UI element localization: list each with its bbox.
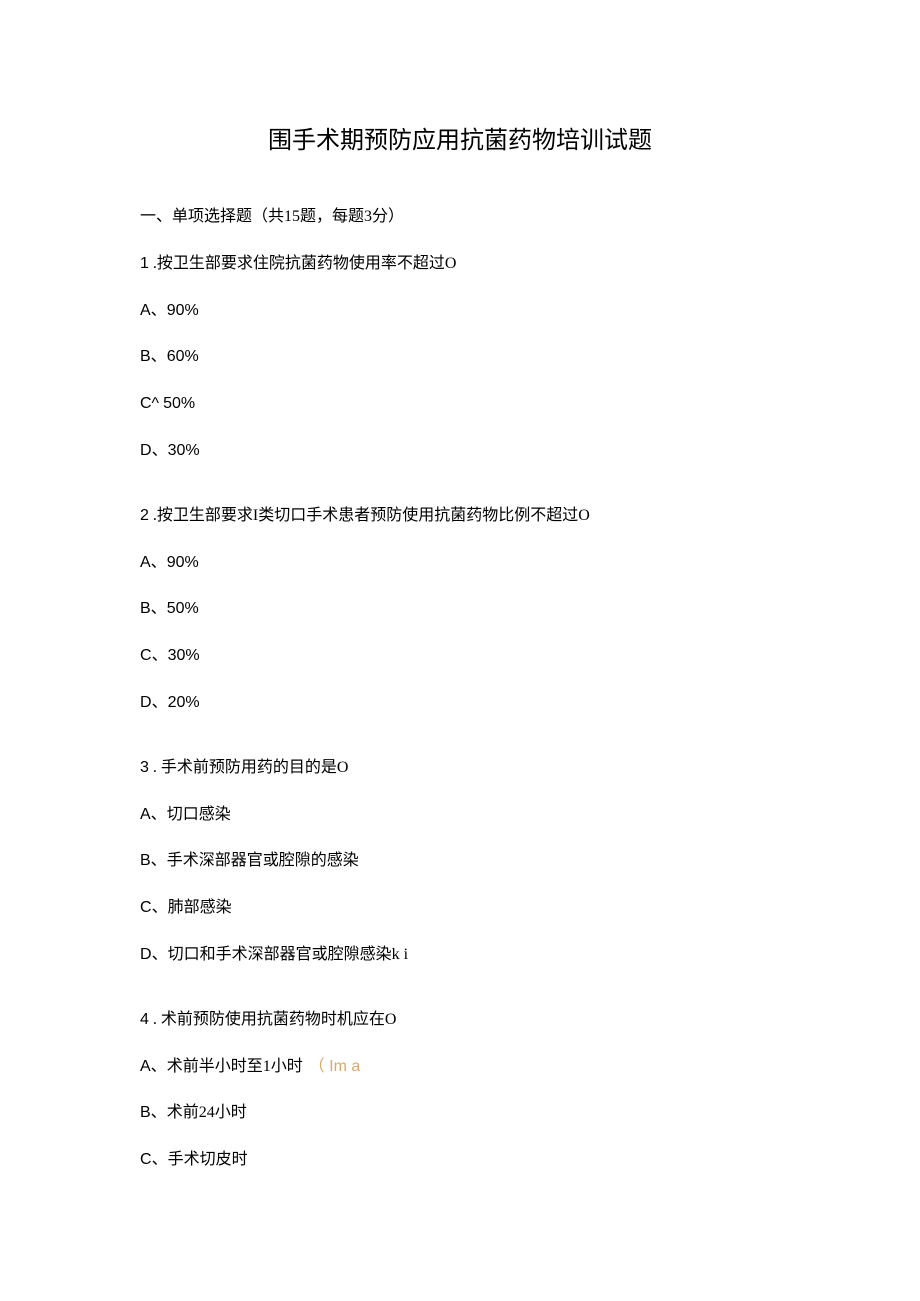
option-item: B、手术深部器官或腔隙的感染 xyxy=(140,847,780,876)
option-label: A xyxy=(140,302,151,319)
option-label: B xyxy=(140,348,151,365)
question-text: 3 . 手术前预防用药的目的是O xyxy=(140,754,780,783)
question-text: 4 . 术前预防使用抗菌药物时机应在O xyxy=(140,1006,780,1035)
option-text: 肺部感染 xyxy=(168,899,232,916)
option-label: D xyxy=(140,946,152,963)
question-body: 手术前预防用药的目的是O xyxy=(161,759,349,776)
option-label: A xyxy=(140,1058,151,1075)
option-text: 30% xyxy=(168,442,200,459)
option-text: 60% xyxy=(167,348,199,365)
option-text: 手术切皮时 xyxy=(168,1151,248,1168)
option-label: B xyxy=(140,600,151,617)
question-block: 1 .按卫生部要求住院抗菌药物使用率不超过O A、90% B、60% C^ 50… xyxy=(140,250,780,466)
option-text: 手术深部器官或腔隙的感染 xyxy=(167,852,359,869)
option-sep: 、 xyxy=(152,1151,168,1168)
option-sep: 、 xyxy=(151,600,167,617)
option-item: C、手术切皮时 xyxy=(140,1146,780,1175)
option-label: A xyxy=(140,806,151,823)
question-number: 2 xyxy=(140,507,149,524)
option-text: 30% xyxy=(168,647,200,664)
option-item: D、切口和手术深部器官或腔隙感染k i xyxy=(140,941,780,970)
option-label: B xyxy=(140,1104,151,1121)
option-item: A、切口感染 xyxy=(140,801,780,830)
option-item: A、术前半小时至1小时 （ Im a xyxy=(140,1053,780,1082)
option-label: C xyxy=(140,1151,152,1168)
section-heading: 一、单项选择题（共15题，每题3分） xyxy=(140,203,780,232)
question-block: 4 . 术前预防使用抗菌药物时机应在O A、术前半小时至1小时（ Im a B、… xyxy=(140,1006,780,1175)
option-item: B、50% xyxy=(140,595,780,624)
question-text: 1 .按卫生部要求住院抗菌药物使用率不超过O xyxy=(140,250,780,279)
option-label: A xyxy=(140,554,151,571)
option-item: A、90% xyxy=(140,549,780,578)
option-text: 50% xyxy=(163,395,195,412)
annotation-text: （ Im a xyxy=(309,1058,361,1075)
option-sep: 、 xyxy=(152,694,168,711)
question-sep: . xyxy=(149,255,157,272)
question-sep: . xyxy=(149,1011,161,1028)
option-text: 20% xyxy=(168,694,200,711)
option-sep: 、 xyxy=(152,647,168,664)
option-sep: 、 xyxy=(151,348,167,365)
option-item: D、20% xyxy=(140,689,780,718)
question-body: 按卫生部要求住院抗菌药物使用率不超过O xyxy=(157,255,457,272)
option-item: B、术前24小时 xyxy=(140,1099,780,1128)
option-item: B、60% xyxy=(140,343,780,372)
option-text: 术前24小时 xyxy=(167,1104,247,1121)
page-title: 围手术期预防应用抗菌药物培训试题 xyxy=(140,120,780,155)
option-item: A、90% xyxy=(140,297,780,326)
question-number: 4 xyxy=(140,1011,149,1028)
option-sep: 、 xyxy=(151,554,167,571)
option-item: C、30% xyxy=(140,642,780,671)
option-text: 切口感染 xyxy=(167,806,231,823)
question-body: 术前预防使用抗菌药物时机应在O xyxy=(161,1011,397,1028)
option-sep: 、 xyxy=(151,1104,167,1121)
option-label: C xyxy=(140,647,152,664)
option-sep: 、 xyxy=(151,806,167,823)
option-text: 90% xyxy=(167,302,199,319)
option-sep: 、 xyxy=(151,1058,167,1075)
option-item: C、肺部感染 xyxy=(140,894,780,923)
option-label: B xyxy=(140,852,151,869)
question-text: 2 .按卫生部要求I类切口手术患者预防使用抗菌药物比例不超过O xyxy=(140,502,780,531)
option-sep: 、 xyxy=(151,302,167,319)
option-text: 50% xyxy=(167,600,199,617)
option-text: 术前半小时至1小时 xyxy=(167,1058,303,1075)
option-item: C^ 50% xyxy=(140,390,780,419)
question-number: 1 xyxy=(140,255,149,272)
option-sep: 、 xyxy=(152,946,168,963)
question-sep: . xyxy=(149,507,157,524)
option-text: 90% xyxy=(167,554,199,571)
option-label: C^ xyxy=(140,395,159,412)
question-sep: . xyxy=(149,759,161,776)
question-block: 2 .按卫生部要求I类切口手术患者预防使用抗菌药物比例不超过O A、90% B、… xyxy=(140,502,780,718)
question-block: 3 . 手术前预防用药的目的是O A、切口感染 B、手术深部器官或腔隙的感染 C… xyxy=(140,754,780,970)
option-label: D xyxy=(140,694,152,711)
option-label: C xyxy=(140,899,152,916)
option-text: 切口和手术深部器官或腔隙感染k i xyxy=(168,946,408,963)
option-sep: 、 xyxy=(151,852,167,869)
question-number: 3 xyxy=(140,759,149,776)
question-body: 按卫生部要求I类切口手术患者预防使用抗菌药物比例不超过O xyxy=(157,507,590,524)
option-label: D xyxy=(140,442,152,459)
option-sep: 、 xyxy=(152,899,168,916)
option-sep: 、 xyxy=(152,442,168,459)
option-item: D、30% xyxy=(140,437,780,466)
